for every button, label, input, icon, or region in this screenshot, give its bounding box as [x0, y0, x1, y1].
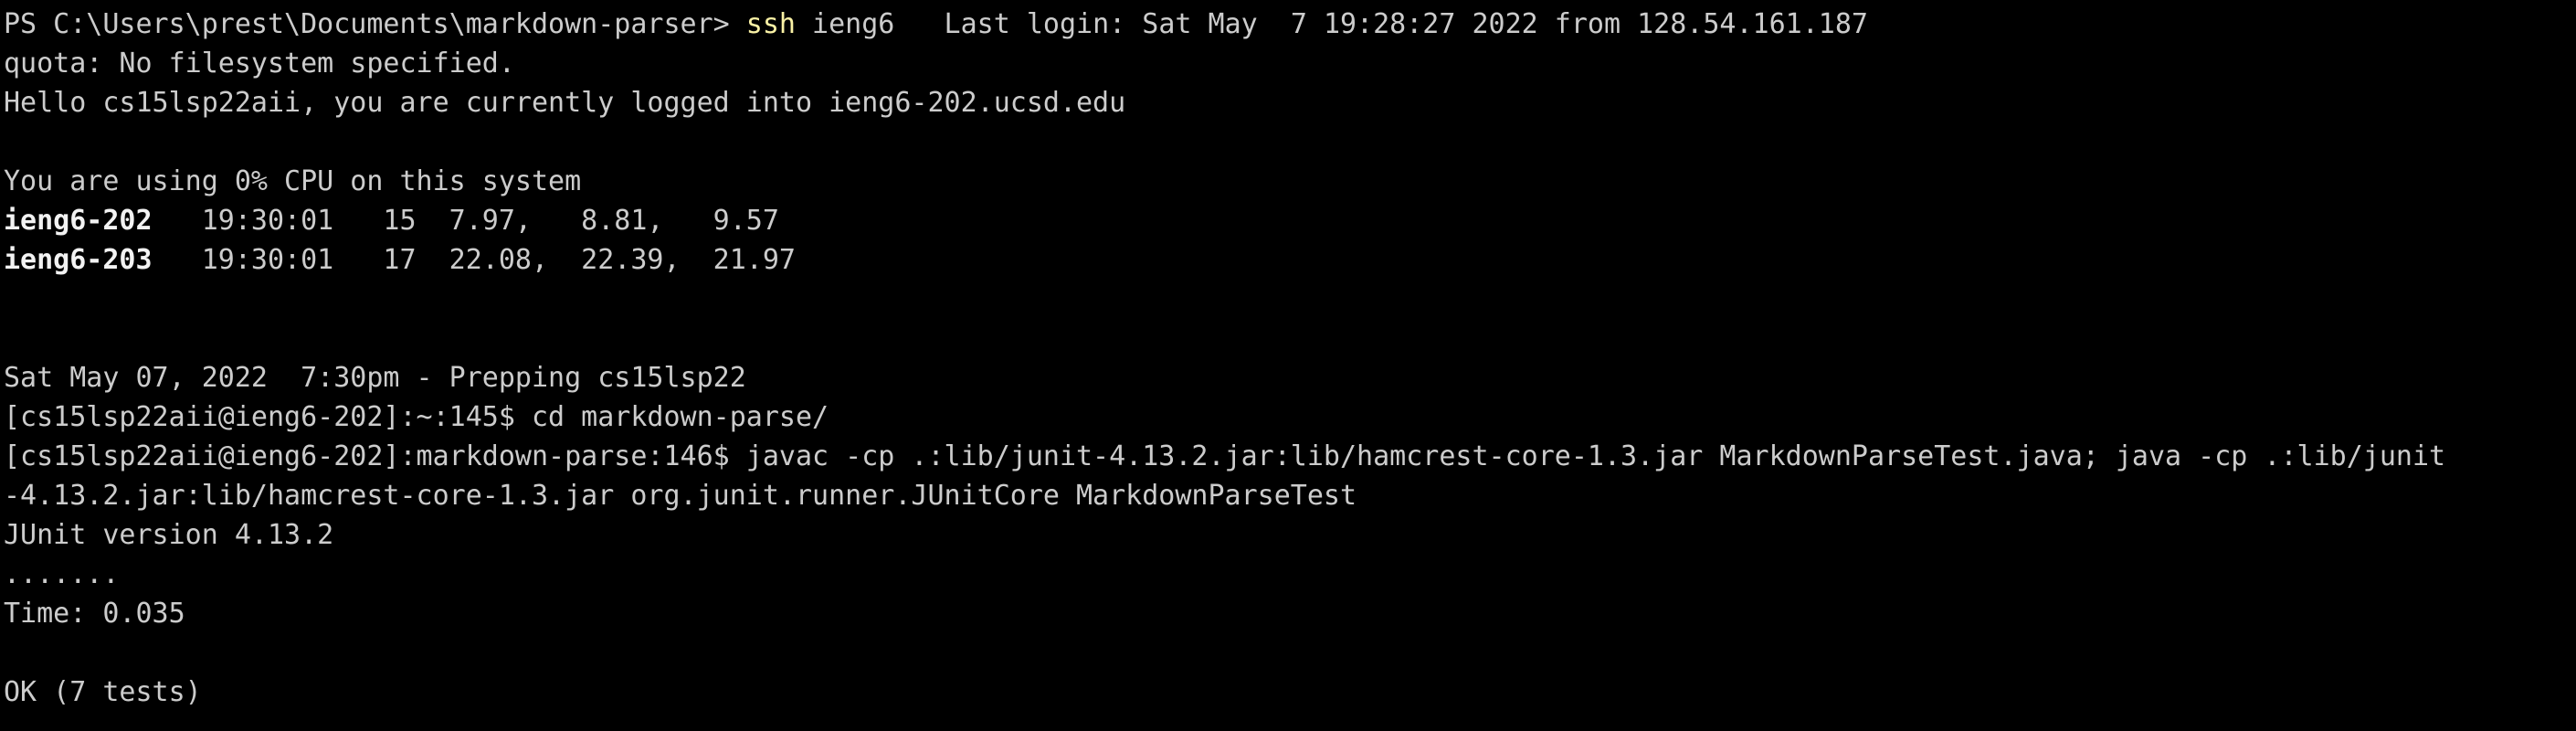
terminal-line-test-dots: ....... — [4, 558, 120, 590]
terminal-line-cd-command: [cs15lsp22aii@ieng6-202]:~:145$ cd markd… — [4, 401, 829, 433]
terminal-line-junit-version: JUnit version 4.13.2 — [4, 519, 334, 551]
load-stats: 19:30:01 17 22.08, 22.39, 21.97 — [152, 244, 796, 276]
terminal-line-load-row: ieng6-202 19:30:01 15 7.97, 8.81, 9.57 — [4, 201, 2576, 240]
load-host: ieng6-202 — [4, 205, 153, 237]
terminal-window[interactable]: PS C:\Users\prest\Documents\markdown-par… — [0, 0, 2576, 731]
terminal-line-load-row: ieng6-203 19:30:01 17 22.08, 22.39, 21.9… — [4, 240, 2576, 280]
terminal-line-cpu-usage: You are using 0% CPU on this system — [4, 165, 582, 197]
terminal-line-test-result: OK (7 tests) — [4, 676, 202, 708]
ssh-args-and-last-login: ieng6 Last login: Sat May 7 19:28:27 202… — [795, 8, 1868, 40]
terminal-line-javac-command-wrap: -4.13.2.jar:lib/hamcrest-core-1.3.jar or… — [4, 480, 1357, 512]
load-host: ieng6-203 — [4, 244, 153, 276]
terminal-line-ssh-command: PS C:\Users\prest\Documents\markdown-par… — [4, 5, 2576, 44]
terminal-line-date-banner: Sat May 07, 2022 7:30pm - Prepping cs15l… — [4, 362, 746, 394]
load-stats: 19:30:01 15 7.97, 8.81, 9.57 — [152, 205, 779, 237]
terminal-line-quota: quota: No filesystem specified. — [4, 48, 515, 79]
terminal-line-time: Time: 0.035 — [4, 598, 185, 630]
ssh-command: ssh — [745, 8, 796, 40]
powershell-prompt: PS C:\Users\prest\Documents\markdown-par… — [4, 8, 746, 40]
terminal-line-hello: Hello cs15lsp22aii, you are currently lo… — [4, 87, 1126, 119]
terminal-line-javac-command: [cs15lsp22aii@ieng6-202]:markdown-parse:… — [4, 440, 2446, 472]
